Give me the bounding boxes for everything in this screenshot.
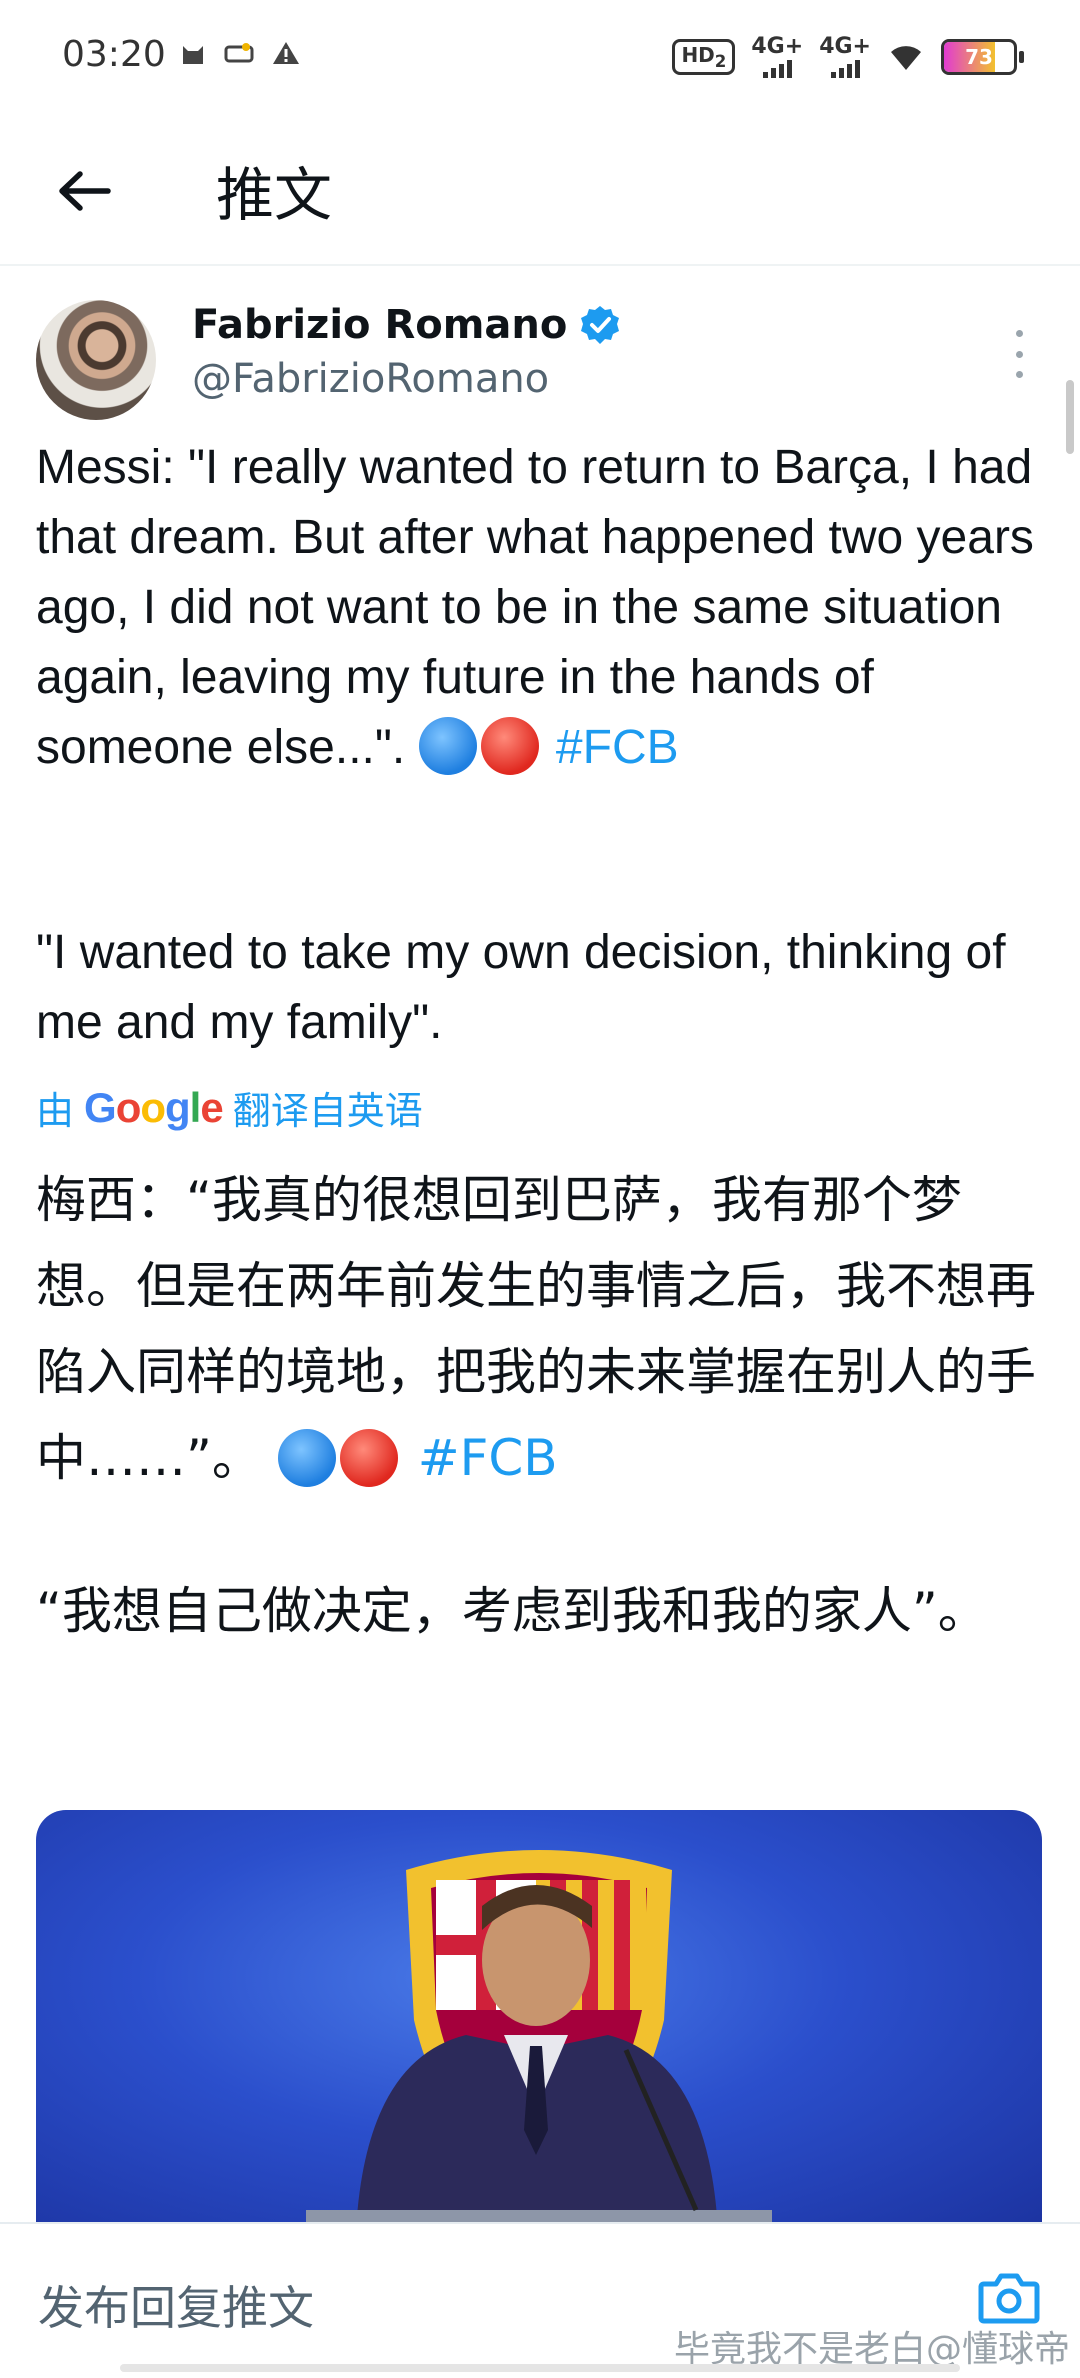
tweet-quote-1: Messi: "I really wanted to return to Bar… <box>36 441 1034 774</box>
dot-icon <box>1015 371 1023 378</box>
translation-attribution[interactable]: 由 Google 翻译自英语 <box>36 1080 423 1135</box>
reply-bar: 发布回复推文 毕竟我不是老白@懂球帝 <box>0 2222 1080 2378</box>
status-bar: 03:20 HD2 4G+ 4G+ 73 <box>0 0 1080 118</box>
network-type-1: 4G+ <box>751 34 804 59</box>
google-logo: Google <box>84 1083 224 1131</box>
status-left-icons <box>180 40 300 66</box>
tweet-media-image[interactable] <box>36 1810 1042 2230</box>
dot-icon <box>1015 330 1023 337</box>
tweet-text-zh-1: 梅西：“我真的很想回到巴萨，我有那个梦想。但是在两年前发生的事情之后，我不想再陷… <box>36 1157 1046 1501</box>
back-button[interactable] <box>46 156 122 226</box>
network-type-2: 4G+ <box>819 34 871 59</box>
camera-icon[interactable] <box>978 2270 1040 2326</box>
tweet-text-en-1: Messi: "I really wanted to return to Bar… <box>36 433 1046 783</box>
blue-circle-emoji-icon <box>418 717 477 775</box>
signal-1-icon: 4G+ <box>751 36 803 78</box>
author-handle[interactable]: @FabrizioRomano <box>192 356 549 402</box>
translate-suffix: 翻译自英语 <box>232 1089 423 1133</box>
tweet-text-en-2: "I wanted to take my own decision, think… <box>36 926 1006 1049</box>
more-options-button[interactable] <box>1004 330 1034 378</box>
tweet-text-zh-2: “我想自己做决定，考虑到我和我的家人”。 <box>36 1582 988 1640</box>
scrollbar[interactable] <box>1066 380 1074 454</box>
signal-2-icon: 4G+ <box>819 36 871 78</box>
notification-icon <box>224 43 254 63</box>
wifi-icon <box>891 46 921 70</box>
hd-sub: 2 <box>714 52 727 71</box>
battery-level: 73 <box>965 45 993 69</box>
page-title: 推文 <box>216 161 333 229</box>
press-conference-image <box>306 1850 772 2230</box>
blue-circle-emoji-icon <box>277 1429 336 1487</box>
arrow-left-icon <box>59 171 111 211</box>
avatar[interactable] <box>36 300 156 420</box>
cat-icon <box>183 46 203 64</box>
dot-icon <box>1015 350 1023 358</box>
app-header: 推文 <box>0 118 1080 266</box>
reply-input[interactable]: 发布回复推文 <box>38 2272 314 2338</box>
verified-badge-icon <box>581 306 620 344</box>
gesture-bar <box>120 2364 960 2372</box>
warning-icon <box>273 42 299 64</box>
hd-label: HD <box>681 43 715 67</box>
hashtag-link[interactable]: #FCB <box>556 721 679 774</box>
translate-prefix: 由 <box>36 1089 75 1133</box>
hd-icon: HD2 <box>672 39 736 75</box>
author-name-row[interactable]: Fabrizio Romano <box>192 302 621 348</box>
hashtag-link[interactable]: #FCB <box>418 1429 558 1487</box>
red-circle-emoji-icon <box>480 717 539 775</box>
status-right-icons: HD2 4G+ 4G+ 73 <box>672 36 1024 78</box>
author-name: Fabrizio Romano <box>192 302 568 348</box>
battery-icon: 73 <box>941 39 1024 75</box>
status-time: 03:20 <box>62 34 166 75</box>
red-circle-emoji-icon <box>339 1429 398 1487</box>
